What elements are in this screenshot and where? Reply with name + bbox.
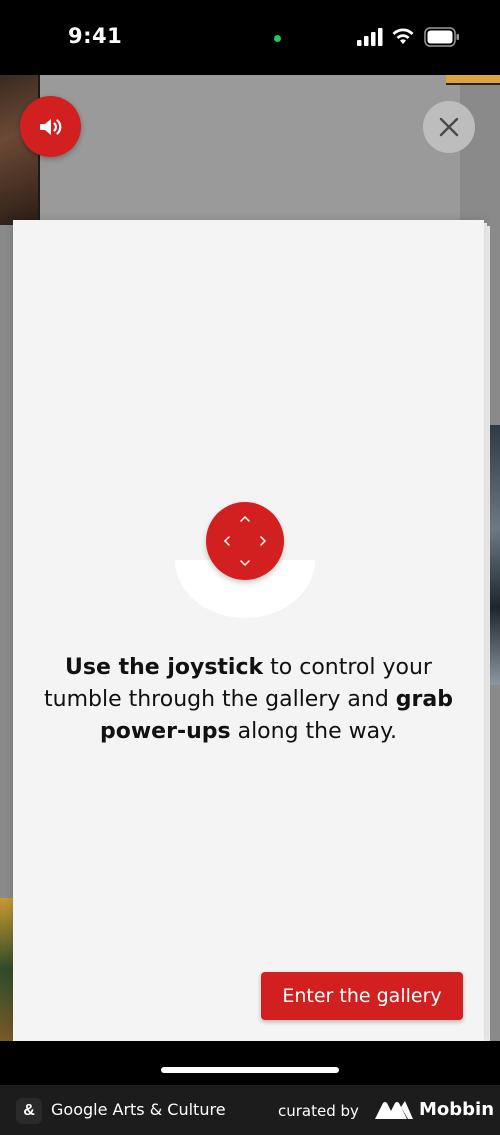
instruction-text: along the way. [230,719,397,744]
signal-icon [357,28,383,46]
tutorial-card: Use the joystick to control your tumble … [13,220,484,1041]
artwork-frame [446,75,500,85]
joystick-illustration [175,500,321,618]
home-indicator[interactable] [161,1067,339,1073]
app-logo-icon: & [16,1098,42,1124]
instruction-bold-joystick: Use the joystick [65,655,264,680]
close-button[interactable] [423,101,475,153]
status-bar: 9:41 [0,0,500,75]
home-indicator-area [0,1041,500,1085]
curated-by-label: curated by [278,1102,359,1120]
app-name: Google Arts & Culture [51,1100,226,1119]
camera-indicator-dot [274,35,281,42]
close-icon [439,117,459,137]
battery-icon [424,27,459,47]
attribution-footer: & Google Arts & Culture curated by Mobbi… [0,1085,500,1135]
status-time: 9:41 [68,24,123,48]
wifi-icon [392,28,414,44]
joystick-knob [206,502,284,580]
joystick-instruction: Use the joystick to control your tumble … [43,652,454,748]
mobbin-logo-icon [375,1101,413,1119]
mobbin-brand: Mobbin [419,1099,495,1120]
direction-arrows-icon [223,515,267,567]
sound-toggle-button[interactable] [20,96,81,157]
enter-gallery-button[interactable]: Enter the gallery [261,972,463,1020]
gallery-wall [40,75,460,225]
speaker-icon [39,118,61,135]
